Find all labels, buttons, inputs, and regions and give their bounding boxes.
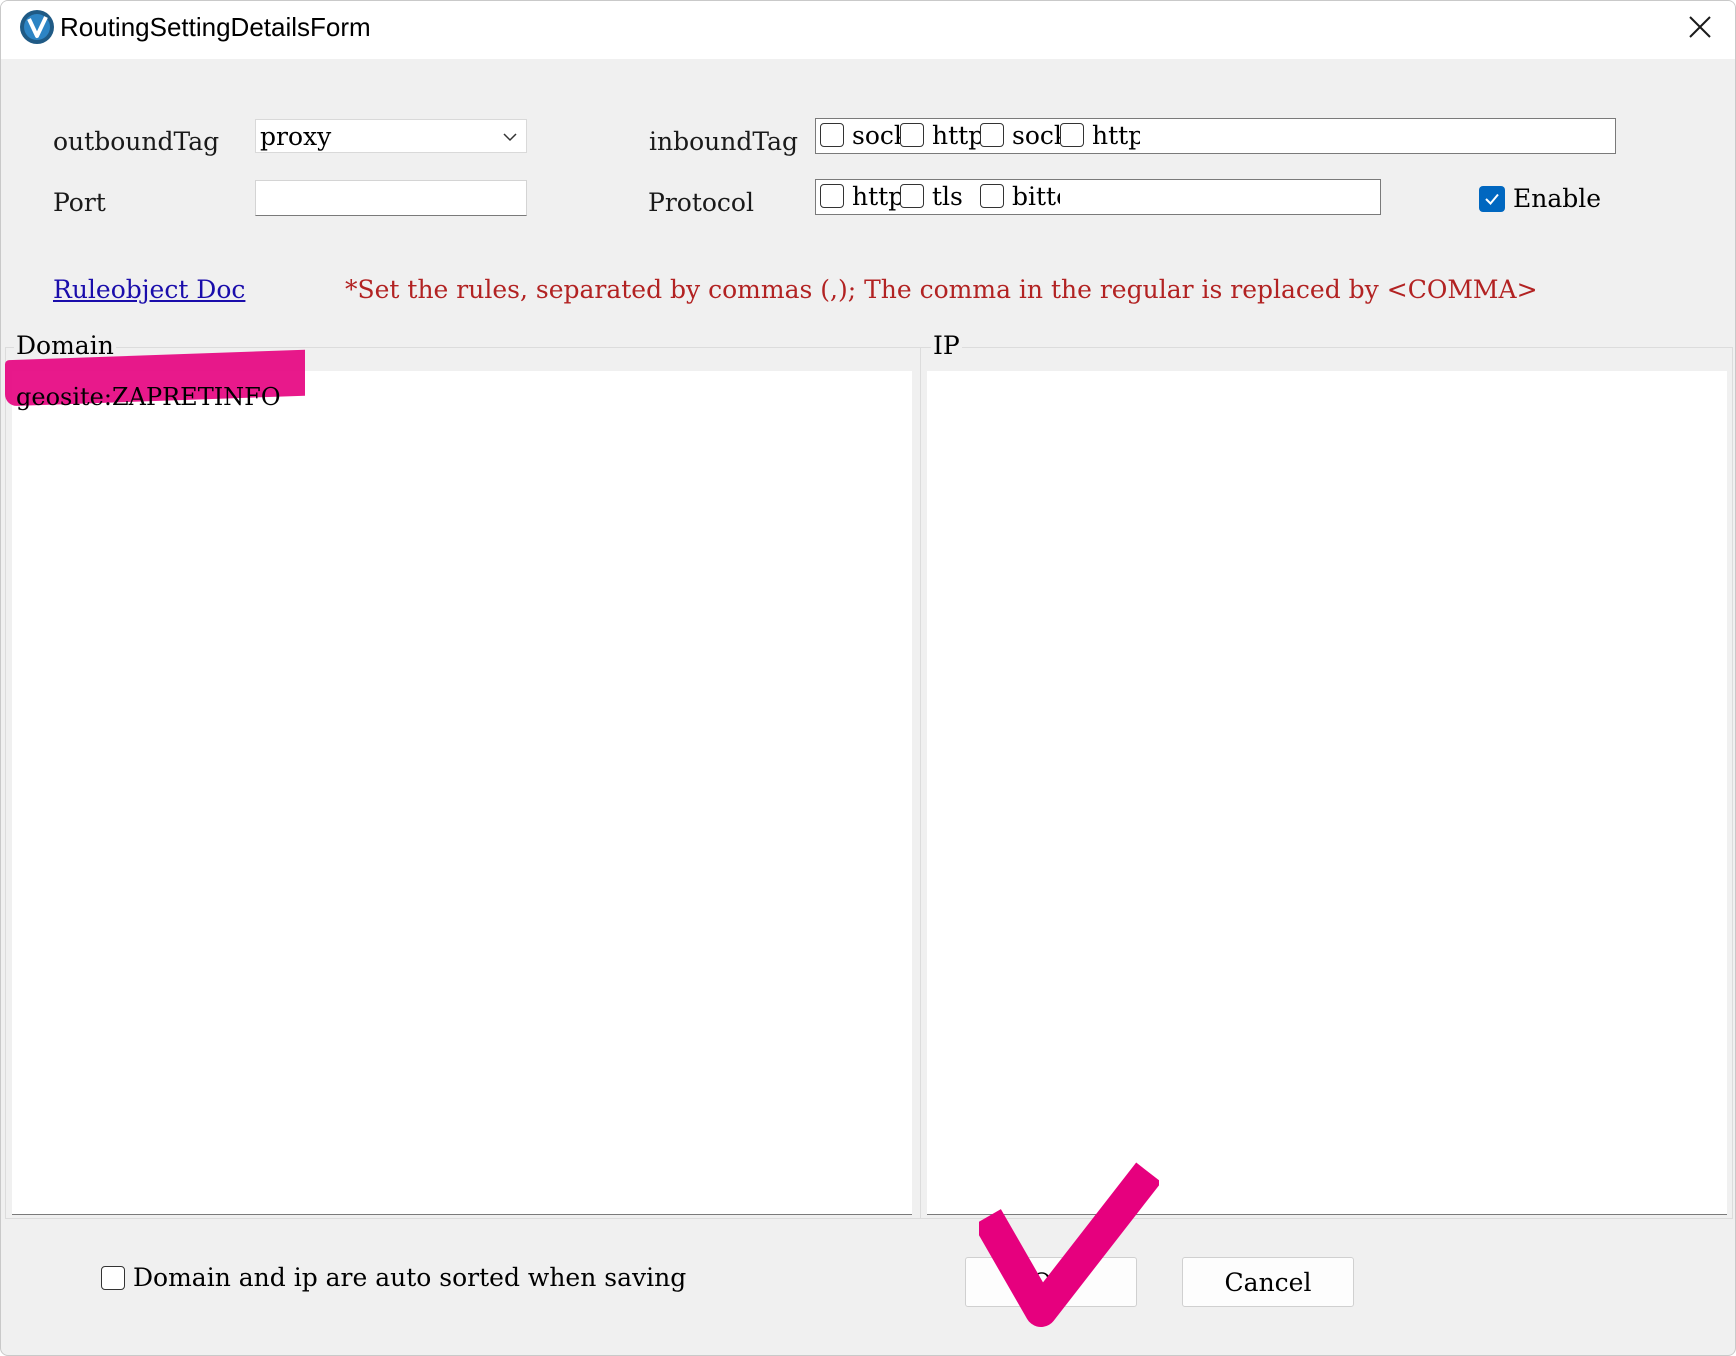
outbound-tag-label: outboundTag xyxy=(53,127,220,156)
checkbox-box xyxy=(980,123,1004,147)
protocol-label: Protocol xyxy=(648,188,754,217)
ip-group-label: IP xyxy=(931,331,962,360)
title-bar: RoutingSettingDetailsForm xyxy=(1,1,1735,59)
ruleobject-doc-link[interactable]: Ruleobject Doc xyxy=(53,275,245,304)
protocol-bittorrent-checkbox[interactable]: bittorrent xyxy=(980,180,1060,212)
checkbox-box xyxy=(1060,123,1084,147)
enable-label: Enable xyxy=(1513,184,1602,213)
protocol-http-checkbox[interactable]: http xyxy=(820,180,900,212)
window-title: RoutingSettingDetailsForm xyxy=(60,12,371,42)
checkbox-box xyxy=(820,123,844,147)
v2rayn-logo-icon xyxy=(20,10,54,44)
checkbox-box xyxy=(900,123,924,147)
outbound-tag-select[interactable]: proxy xyxy=(255,119,527,153)
checkbox-box xyxy=(101,1265,125,1290)
port-input[interactable] xyxy=(255,180,527,216)
checkbox-box xyxy=(980,184,1004,208)
enable-checkbox[interactable]: Enable xyxy=(1479,184,1601,213)
domain-group-label: Domain xyxy=(14,331,116,360)
domain-textarea[interactable]: geosite:ZAPRETINFO xyxy=(5,349,912,1215)
port-label: Port xyxy=(53,188,106,217)
cancel-button[interactable]: Cancel xyxy=(1182,1257,1354,1307)
rules-hint-text: *Set the rules, separated by commas (,);… xyxy=(345,275,1538,304)
ip-textarea[interactable] xyxy=(927,371,1727,1215)
checkmark-icon xyxy=(1485,193,1499,205)
checkbox-box xyxy=(820,184,844,208)
inbound-socks-checkbox-2[interactable]: socks xyxy=(980,119,1060,151)
auto-sort-checkbox[interactable]: Domain and ip are auto sorted when savin… xyxy=(101,1263,686,1292)
inbound-tag-label: inboundTag xyxy=(649,127,798,156)
ok-button[interactable]: OK xyxy=(965,1257,1137,1307)
inbound-tag-checklist: socks http socks http xyxy=(815,118,1616,154)
protocol-tls-checkbox[interactable]: tls xyxy=(900,180,980,212)
inbound-http-checkbox[interactable]: http xyxy=(900,119,980,151)
close-icon xyxy=(1689,16,1711,38)
domain-textarea-content: geosite:ZAPRETINFO xyxy=(16,383,281,411)
close-button[interactable] xyxy=(1665,1,1735,53)
inbound-socks-checkbox[interactable]: socks xyxy=(820,119,900,151)
chevron-down-icon xyxy=(503,133,517,142)
inbound-http-checkbox-2[interactable]: http xyxy=(1060,119,1140,151)
protocol-checklist: http tls bittorrent xyxy=(815,179,1381,215)
outbound-tag-value: proxy xyxy=(260,122,332,151)
checkbox-box xyxy=(900,184,924,208)
checkbox-checked xyxy=(1479,185,1505,212)
auto-sort-label: Domain and ip are auto sorted when savin… xyxy=(133,1263,687,1292)
routing-setting-details-window: RoutingSettingDetailsForm outboundTag pr… xyxy=(0,0,1736,1356)
